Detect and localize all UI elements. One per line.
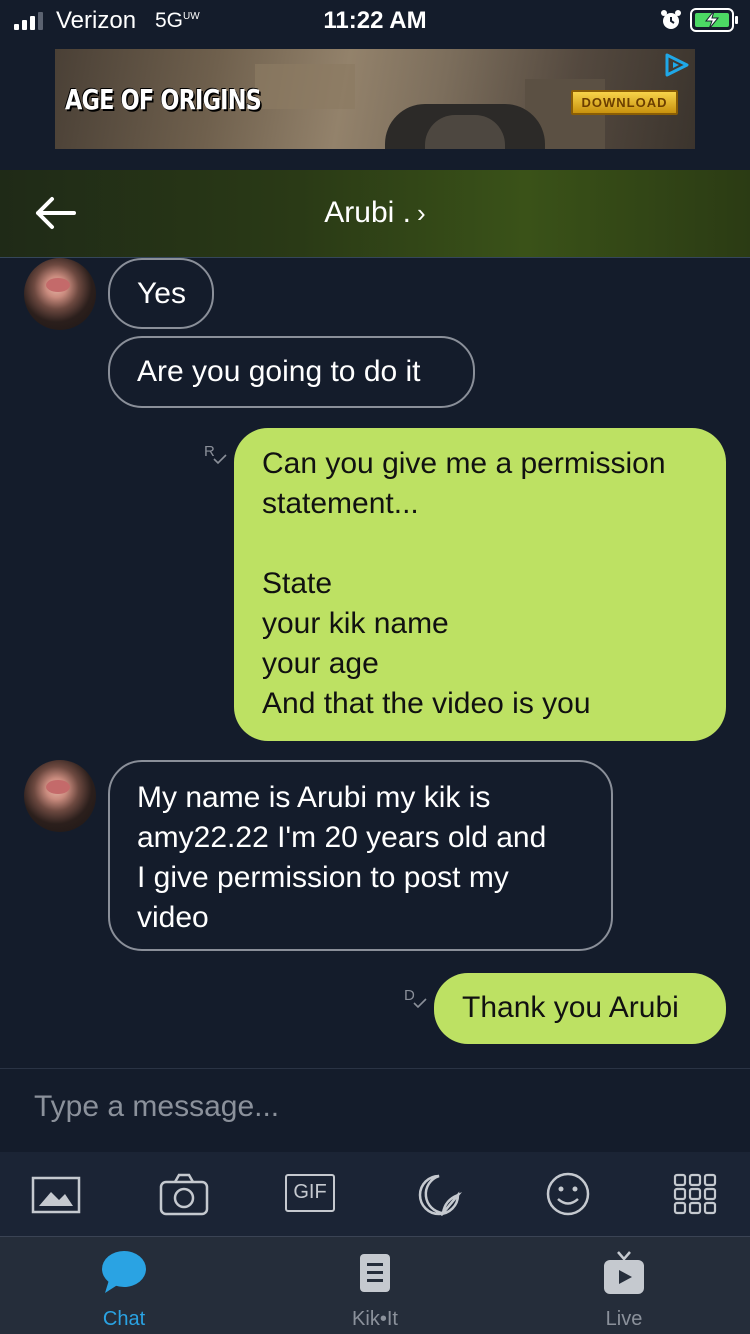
live-tv-icon <box>604 1251 644 1294</box>
message-line: I give permission to post my <box>137 861 509 894</box>
tab-kikit-label: Kik•It <box>352 1308 398 1330</box>
tab-chat[interactable]: Chat <box>49 1236 199 1334</box>
message-line: And that the video is you <box>262 687 591 720</box>
message-line: video <box>137 901 209 934</box>
tab-live-label: Live <box>605 1308 643 1330</box>
outgoing-message[interactable]: Thank you Arubi <box>434 973 726 1044</box>
camera-icon[interactable] <box>159 1172 209 1216</box>
media-toolbar <box>0 1152 750 1236</box>
status-time: 11:22 AM <box>323 7 427 34</box>
chat-title[interactable]: Arubi . › <box>0 196 750 230</box>
ad-banner[interactable]: AGE OF ORIGINS DOWNLOAD <box>55 49 695 149</box>
tab-live[interactable]: Live <box>549 1236 699 1334</box>
message-line <box>262 524 726 564</box>
kikit-icon <box>360 1254 390 1292</box>
message-line: your kik name <box>262 607 449 640</box>
tab-chat-label: Chat <box>102 1308 146 1330</box>
tab-kikit[interactable]: Kik•It <box>300 1236 450 1334</box>
chat-bubble-icon <box>102 1251 146 1293</box>
ad-logo: AGE OF ORIGINS <box>65 83 262 116</box>
ad-scene-building <box>255 64 355 109</box>
incoming-message[interactable]: Are you going to do it <box>108 336 475 408</box>
avatar[interactable] <box>24 760 96 832</box>
gif-icon[interactable]: GIF <box>285 1174 335 1212</box>
ad-download-button[interactable]: DOWNLOAD <box>571 90 678 115</box>
message-line: My name is Arubi my kik is <box>137 781 491 814</box>
gif-label: GIF <box>293 1181 327 1203</box>
more-apps-icon[interactable] <box>670 1172 720 1216</box>
message-line: statement... <box>262 487 419 520</box>
message-line: amy22.22 I'm 20 years old and <box>137 821 547 854</box>
message-line: your age <box>262 647 379 680</box>
message-text: Yes <box>137 277 186 310</box>
sticker-icon[interactable] <box>415 1172 465 1216</box>
message-input[interactable]: Type a message... <box>34 1090 279 1124</box>
ad-scene-vehicle-top <box>425 115 505 149</box>
delivered-receipt-icon: D <box>404 987 428 1011</box>
smiley-icon[interactable] <box>543 1172 593 1216</box>
contact-name[interactable]: Arubi . <box>324 196 411 229</box>
read-receipt-icon: R <box>204 443 228 467</box>
status-bar: Verizon 5GUW 11:22 AM <box>0 0 750 40</box>
alarm-icon <box>661 10 681 29</box>
outgoing-message[interactable]: Can you give me a permission statement..… <box>234 428 726 741</box>
message-text: Thank you Arubi <box>462 991 679 1024</box>
battery-charging-icon <box>690 8 738 32</box>
avatar[interactable] <box>24 258 96 330</box>
message-line: State <box>262 567 333 600</box>
message-line: Can you give me a permission <box>262 447 666 480</box>
chevron-right-icon[interactable]: › <box>417 198 426 228</box>
gallery-icon[interactable] <box>31 1172 81 1216</box>
incoming-message[interactable]: My name is Arubi my kik is amy22.22 I'm … <box>108 760 613 951</box>
adchoices-icon[interactable] <box>662 52 692 78</box>
incoming-message[interactable]: Yes <box>108 258 214 329</box>
message-text: Are you going to do it <box>137 355 421 388</box>
